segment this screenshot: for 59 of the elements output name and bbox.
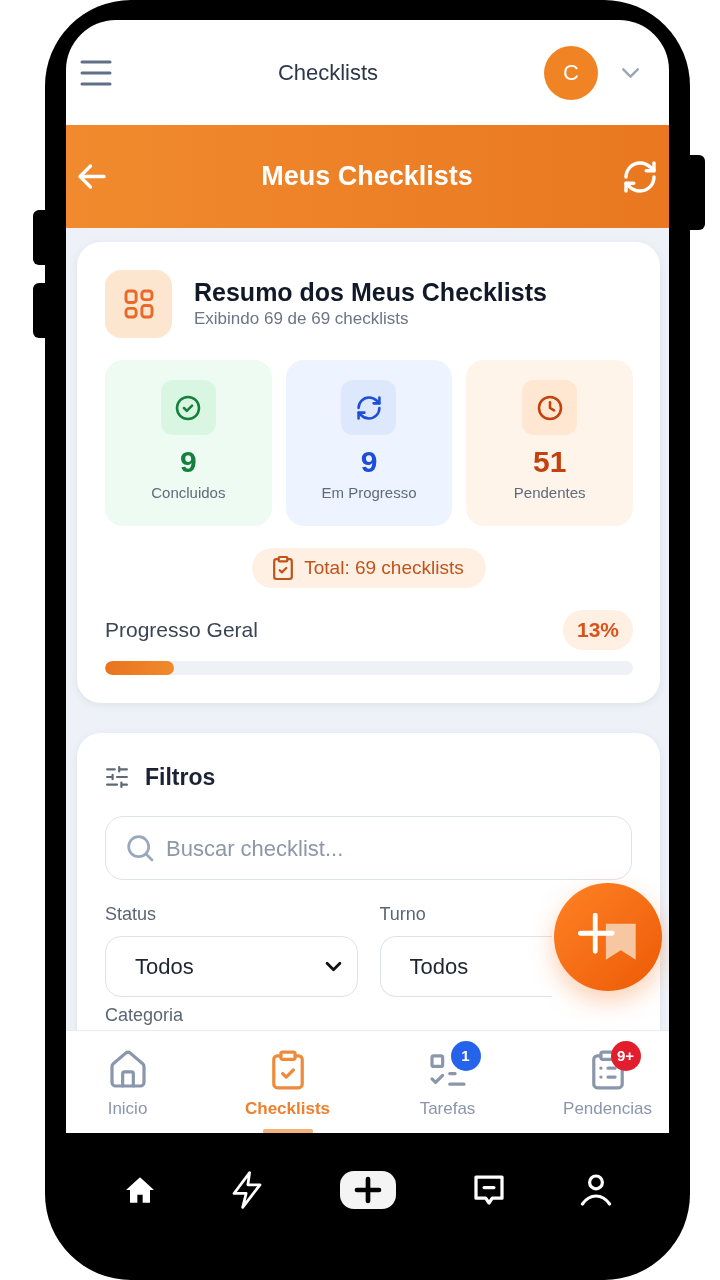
home-button[interactable] (125, 1177, 154, 1203)
lightning-icon (233, 1172, 260, 1208)
search-input[interactable]: Buscar checklist... (166, 831, 615, 865)
progress-percentage: 13% (562, 610, 633, 650)
notification-badge: 1 (450, 1041, 481, 1071)
summary-title: Resumo dos Meus Checklists (194, 277, 547, 307)
nav-tab[interactable]: Pendencias 9+ (527, 1031, 669, 1133)
field-label: Categoria (105, 1004, 185, 1027)
stat-value: 51 (532, 444, 567, 480)
progress-label: Progresso Geral (105, 617, 258, 644)
refresh-icon (358, 396, 380, 419)
notification-badge: 9+ (610, 1041, 641, 1071)
menu-icon (80, 58, 112, 87)
menu-button[interactable] (80, 58, 112, 87)
search-field[interactable]: Buscar checklist... (105, 816, 632, 880)
stat-label: Pendentes (513, 483, 586, 503)
message-button[interactable] (475, 1177, 502, 1203)
active-tab-indicator (262, 1129, 313, 1133)
add-button[interactable] (339, 1171, 396, 1209)
page-title: Meus Checklists (260, 160, 474, 194)
field-label: Turno (379, 903, 427, 926)
volume-button[interactable] (33, 210, 47, 265)
check-circle-icon (177, 396, 200, 419)
summary-subtitle: Exibindo 69 de 69 checklists (194, 308, 410, 330)
refresh-button[interactable] (626, 162, 654, 191)
plus-bookmark-icon (578, 912, 638, 962)
nav-tab[interactable]: Tarefas 1 (367, 1031, 528, 1133)
stat-label: Em Progresso (321, 483, 417, 503)
sliders-icon (105, 766, 129, 788)
dropdown-select[interactable]: Todos (105, 936, 358, 997)
stat-label: Concluidos (151, 483, 226, 503)
home-icon (125, 1177, 154, 1203)
back-arrow-icon (80, 166, 104, 187)
lightning-button[interactable] (233, 1172, 260, 1208)
field-label: Status (105, 903, 158, 926)
plus-icon (356, 1179, 379, 1201)
profile-button[interactable] (581, 1176, 610, 1204)
message-icon (475, 1177, 502, 1203)
clipboard-check-icon (271, 1052, 304, 1088)
user-icon (581, 1176, 610, 1204)
stat-value: 9 (180, 444, 197, 480)
dashboard-icon (125, 291, 152, 317)
clock-icon (538, 396, 561, 419)
volume-button[interactable] (33, 283, 47, 338)
clipboard-check-icon (274, 557, 293, 579)
nav-tab[interactable]: Inicio (66, 1031, 208, 1133)
chevron-down-icon (622, 67, 639, 78)
app-title: Checklists (276, 59, 380, 87)
dropdown-select[interactable]: Todos (379, 936, 552, 997)
total-text: Total: 69 checklists (304, 555, 464, 580)
refresh-icon (626, 162, 654, 191)
nav-tab[interactable]: Checklists (207, 1031, 368, 1133)
avatar[interactable]: C (544, 45, 598, 100)
search-icon (128, 836, 152, 860)
filters-title: Filtros (145, 763, 216, 791)
chevron-down-icon (325, 962, 341, 971)
task-list-icon (431, 1052, 464, 1088)
stat-value: 9 (360, 444, 378, 480)
house-icon (111, 1052, 144, 1088)
